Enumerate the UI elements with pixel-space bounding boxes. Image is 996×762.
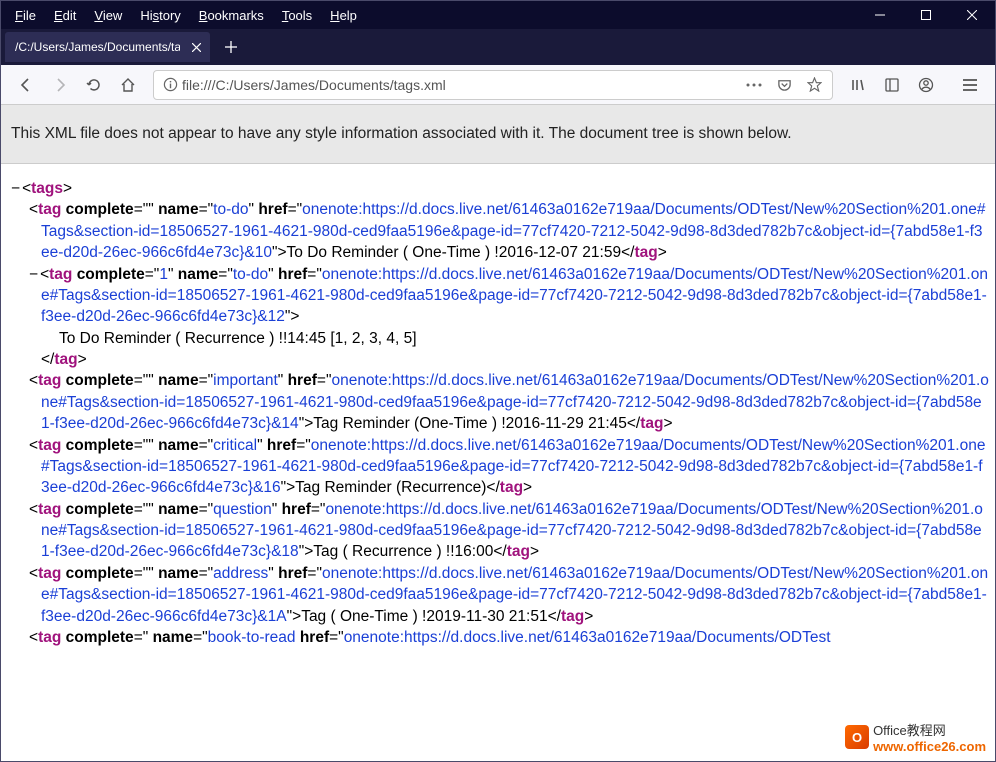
window-controls: [857, 1, 995, 29]
titlebar: File Edit View History Bookmarks Tools H…: [1, 1, 995, 29]
watermark-brand: Office教程网: [873, 720, 986, 739]
xml-tag-close[interactable]: </tag>: [11, 349, 989, 370]
library-icon[interactable]: [843, 70, 873, 100]
close-button[interactable]: [949, 1, 995, 29]
xml-tag-text: To Do Reminder ( Recurrence ) !!14:45 [1…: [11, 328, 989, 349]
maximize-button[interactable]: [903, 1, 949, 29]
tabbar: /C:/Users/James/Documents/tag: [1, 29, 995, 65]
watermark: O Office教程网 www.office26.com: [845, 720, 986, 754]
sidebar-icon[interactable]: [877, 70, 907, 100]
xml-tag-open[interactable]: −<tag complete="1" name="to-do" href="on…: [11, 264, 989, 328]
tab-title: /C:/Users/James/Documents/tag: [15, 40, 180, 54]
menu-file[interactable]: File: [7, 4, 44, 27]
reload-button[interactable]: [79, 70, 109, 100]
xml-root-open[interactable]: −<tags>: [11, 178, 989, 199]
account-icon[interactable]: [911, 70, 941, 100]
home-button[interactable]: [113, 70, 143, 100]
xml-notice: This XML file does not appear to have an…: [1, 105, 995, 164]
watermark-logo-icon: O: [845, 725, 869, 749]
xml-tag-element[interactable]: <tag complete="" name="question" href="o…: [11, 499, 989, 563]
menu-tools[interactable]: Tools: [274, 4, 320, 27]
xml-tag-element[interactable]: <tag complete="" name="important" href="…: [11, 370, 989, 434]
xml-tag-element[interactable]: <tag complete="" name="critical" href="o…: [11, 435, 989, 499]
menu-help[interactable]: Help: [322, 4, 365, 27]
info-icon[interactable]: [158, 77, 182, 92]
url-bar[interactable]: [153, 70, 833, 100]
menubar: File Edit View History Bookmarks Tools H…: [1, 4, 857, 27]
xml-tag-element[interactable]: <tag complete="" name="address" href="on…: [11, 563, 989, 627]
url-input[interactable]: [182, 77, 740, 93]
back-button[interactable]: [11, 70, 41, 100]
page-actions-icon[interactable]: [740, 72, 768, 98]
xml-tag-element[interactable]: <tag complete="" name="to-do" href="onen…: [11, 199, 989, 263]
bookmark-star-icon[interactable]: [800, 72, 828, 98]
menu-edit[interactable]: Edit: [46, 4, 84, 27]
menu-icon[interactable]: [955, 70, 985, 100]
minimize-button[interactable]: [857, 1, 903, 29]
new-tab-button[interactable]: [216, 32, 246, 62]
xml-tag-partial[interactable]: <tag complete=" name="book-to-read href=…: [11, 627, 989, 648]
menu-bookmarks[interactable]: Bookmarks: [191, 4, 272, 27]
xml-tree[interactable]: −<tags><tag complete="" name="to-do" hre…: [1, 164, 995, 754]
menu-history[interactable]: History: [132, 4, 188, 27]
browser-tab[interactable]: /C:/Users/James/Documents/tag: [5, 32, 210, 62]
tab-close-icon[interactable]: [188, 39, 204, 55]
menu-view[interactable]: View: [86, 4, 130, 27]
pocket-icon[interactable]: [770, 72, 798, 98]
forward-button[interactable]: [45, 70, 75, 100]
toolbar: [1, 65, 995, 105]
watermark-url: www.office26.com: [873, 739, 986, 754]
